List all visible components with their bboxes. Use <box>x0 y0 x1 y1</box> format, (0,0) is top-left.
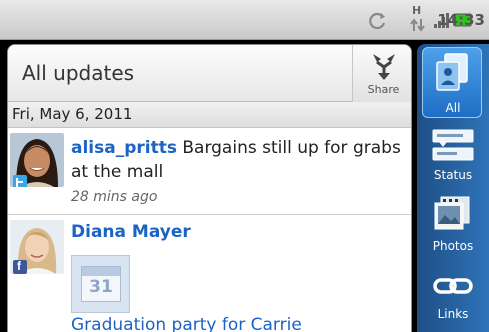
share-button[interactable]: Share <box>352 45 411 102</box>
post-time: 28 mins ago <box>71 189 158 205</box>
author-name[interactable]: Diana Mayer <box>71 222 191 242</box>
sidebar-item-label: Status <box>433 168 473 182</box>
sidebar-item-photos[interactable]: Photos <box>417 193 489 265</box>
status-icon <box>431 128 475 166</box>
date-header: Fri, May 6, 2011 <box>8 102 411 128</box>
calendar-page: 31 <box>81 266 121 302</box>
filter-sidebar: All Status Photos Links <box>417 44 489 332</box>
date-label: Fri, May 6, 2011 <box>12 105 133 123</box>
sidebar-item-status[interactable]: Status <box>417 122 489 194</box>
avatar[interactable]: f <box>10 220 64 274</box>
all-updates-icon <box>435 52 471 100</box>
share-icon <box>370 51 398 85</box>
updates-panel: All updates Share Fri, May 6, 2011 alisa… <box>7 44 412 332</box>
event-title[interactable]: Graduation party for Carrie <box>71 315 302 332</box>
link-icon <box>433 275 473 301</box>
list-item[interactable]: f Diana Mayer 31 Graduation party for Ca… <box>8 216 411 332</box>
calendar-header <box>82 267 120 276</box>
h-data-icon: H <box>410 5 426 33</box>
post-text: alisa_pritts Bargains still up for grabs… <box>71 136 401 184</box>
status-bar: H 14:33 <box>0 0 489 40</box>
photos-icon <box>433 195 473 239</box>
sync-icon <box>368 11 388 35</box>
sidebar-item-links[interactable]: Links <box>417 267 489 332</box>
header-bar: All updates Share <box>8 45 411 102</box>
facebook-icon: f <box>13 259 27 274</box>
page-title: All updates <box>22 61 135 85</box>
author-name[interactable]: alisa_pritts <box>71 138 177 158</box>
share-label: Share <box>367 83 400 96</box>
sidebar-item-label: All <box>445 101 461 115</box>
twitter-icon <box>13 175 27 187</box>
calendar-icon[interactable]: 31 <box>71 255 130 313</box>
sidebar-item-label: Links <box>437 307 469 321</box>
clock: 14:33 <box>437 11 485 29</box>
sidebar-item-all[interactable]: All <box>417 47 489 119</box>
calendar-number: 31 <box>89 277 113 297</box>
list-item[interactable]: alisa_pritts Bargains still up for grabs… <box>8 129 411 215</box>
sidebar-item-label: Photos <box>432 239 474 253</box>
avatar[interactable] <box>10 133 64 187</box>
